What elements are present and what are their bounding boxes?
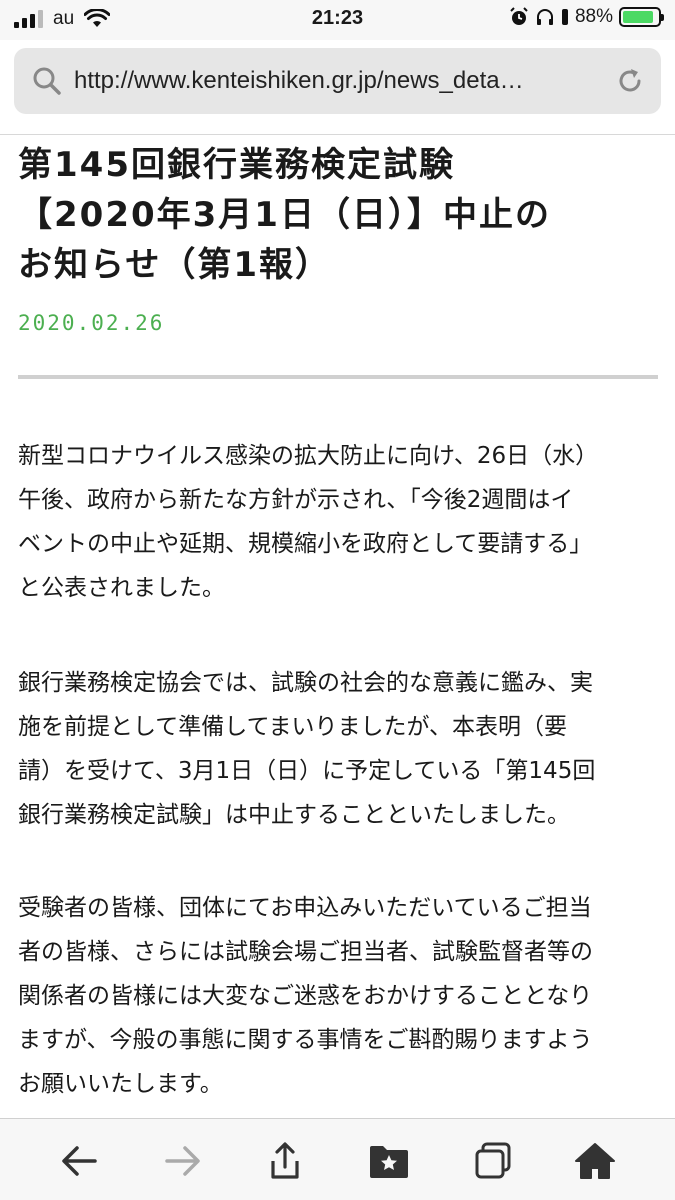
article-title: 第145回銀行業務検定試験 【2020年3月1日（日）】中止の お知らせ（第1報… bbox=[18, 140, 658, 290]
battery-percent: 88% bbox=[574, 6, 613, 27]
title-line: お知らせ（第1報） bbox=[18, 245, 331, 285]
publish-date: 2020.02.26 bbox=[18, 311, 165, 335]
text-line: 施を前提として準備してまいりましたが、本表明（要 bbox=[18, 714, 568, 740]
share-button[interactable] bbox=[260, 1139, 310, 1183]
battery-level bbox=[623, 11, 653, 23]
battery-icon bbox=[619, 7, 664, 27]
bottom-toolbar bbox=[0, 1118, 675, 1200]
home-button[interactable] bbox=[570, 1139, 620, 1183]
text-line: 関係者の皆様には大変なご迷惑をおかけすることとなり bbox=[18, 983, 593, 1009]
reload-icon[interactable] bbox=[615, 66, 645, 96]
address-bar[interactable]: http://www.kenteishiken.gr.jp/news_deta… bbox=[14, 48, 661, 114]
text-line: お願いいたします。 bbox=[18, 1071, 223, 1097]
title-line: 第145回銀行業務検定試験 bbox=[18, 145, 455, 185]
forward-button[interactable] bbox=[158, 1139, 208, 1183]
paragraph-2: 銀行業務検定協会では、試験の社会的な意義に鑑み、実 施を前提として準備してまいり… bbox=[18, 661, 658, 837]
toolbar-divider bbox=[0, 134, 675, 135]
headphones-icon bbox=[536, 9, 553, 25]
paragraph-3: 受験者の皆様、団体にてお申込みいただいているご担当 者の皆様、さらには試験会場ご… bbox=[18, 886, 658, 1106]
back-arrow-icon bbox=[62, 1146, 97, 1176]
url-field[interactable]: http://www.kenteishiken.gr.jp/news_deta… bbox=[74, 67, 615, 95]
text-line: 午後、政府から新たな方針が示され、「今後2週間はイ bbox=[18, 487, 574, 513]
text-line: 受験者の皆様、団体にてお申込みいただいているご担当 bbox=[18, 895, 592, 921]
text-line: 者の皆様、さらには試験会場ご担当者、試験監督者等の bbox=[18, 939, 593, 965]
back-button[interactable] bbox=[54, 1139, 104, 1183]
orientation-lock-icon bbox=[561, 9, 568, 25]
forward-arrow-icon bbox=[165, 1146, 200, 1176]
share-icon bbox=[271, 1142, 299, 1179]
text-line: と公表されました。 bbox=[18, 575, 225, 601]
home-icon bbox=[575, 1143, 615, 1179]
tabs-button[interactable] bbox=[468, 1139, 518, 1183]
bookmarks-icon bbox=[370, 1146, 408, 1178]
bookmarks-button[interactable] bbox=[364, 1139, 414, 1183]
text-line: 銀行業務検定試験」は中止することといたしました。 bbox=[18, 802, 570, 828]
text-line: ベントの中止や延期、規模縮小を政府として要請する」 bbox=[18, 531, 593, 557]
text-line: 請）を受けて、3月1日（日）に予定している「第145回 bbox=[18, 758, 596, 784]
title-divider bbox=[18, 375, 658, 379]
paragraph-1: 新型コロナウイルス感染の拡大防止に向け、26日（水） 午後、政府から新たな方針が… bbox=[18, 434, 658, 610]
title-line: 【2020年3月1日（日）】中止の bbox=[18, 195, 551, 235]
status-right: 88% bbox=[509, 6, 664, 28]
text-line: 新型コロナウイルス感染の拡大防止に向け、26日（水） bbox=[18, 443, 599, 469]
search-icon bbox=[33, 67, 61, 95]
status-bar: au 21:23 88% bbox=[0, 0, 675, 40]
text-line: 銀行業務検定協会では、試験の社会的な意義に鑑み、実 bbox=[18, 670, 593, 696]
text-line: ますが、今般の事態に関する事情をご斟酌賜りますよう bbox=[18, 1027, 593, 1053]
tabs-icon bbox=[475, 1142, 511, 1179]
alarm-icon bbox=[510, 7, 528, 25]
